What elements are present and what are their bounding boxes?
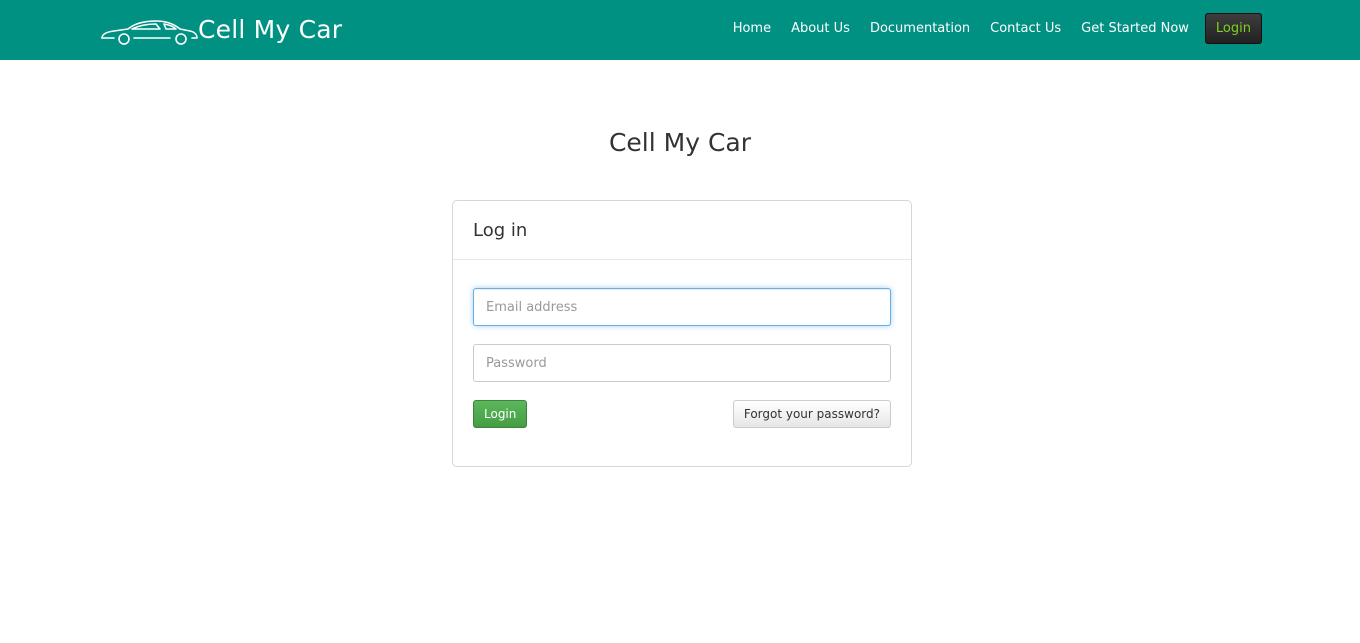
nav-link-about-us[interactable]: About Us xyxy=(791,13,850,44)
nav-login-button[interactable]: Login xyxy=(1204,13,1262,44)
nav-link-get-started-now[interactable]: Get Started Now xyxy=(1081,13,1189,44)
brand[interactable]: Cell My Car xyxy=(100,10,342,50)
login-card-title: Log in xyxy=(473,220,528,241)
email-field[interactable] xyxy=(473,288,891,326)
login-card: Log in Login Forgot your password? xyxy=(452,200,912,467)
login-button[interactable]: Login xyxy=(473,400,528,428)
navbar: Cell My Car Home About Us Documentation … xyxy=(0,0,1360,60)
nav-link-documentation[interactable]: Documentation xyxy=(870,13,970,44)
nav-link-home[interactable]: Home xyxy=(733,13,771,44)
brand-name[interactable]: Cell My Car xyxy=(198,10,342,50)
forgot-password-button[interactable]: Forgot your password? xyxy=(732,400,891,428)
login-card-header: Log in xyxy=(453,201,911,260)
password-field[interactable] xyxy=(473,344,891,382)
nav-link-contact-us[interactable]: Contact Us xyxy=(990,13,1061,44)
page-title: Cell My Car xyxy=(608,128,752,157)
car-icon xyxy=(100,15,198,45)
nav-links: Home About Us Documentation Contact Us G… xyxy=(733,13,1262,44)
